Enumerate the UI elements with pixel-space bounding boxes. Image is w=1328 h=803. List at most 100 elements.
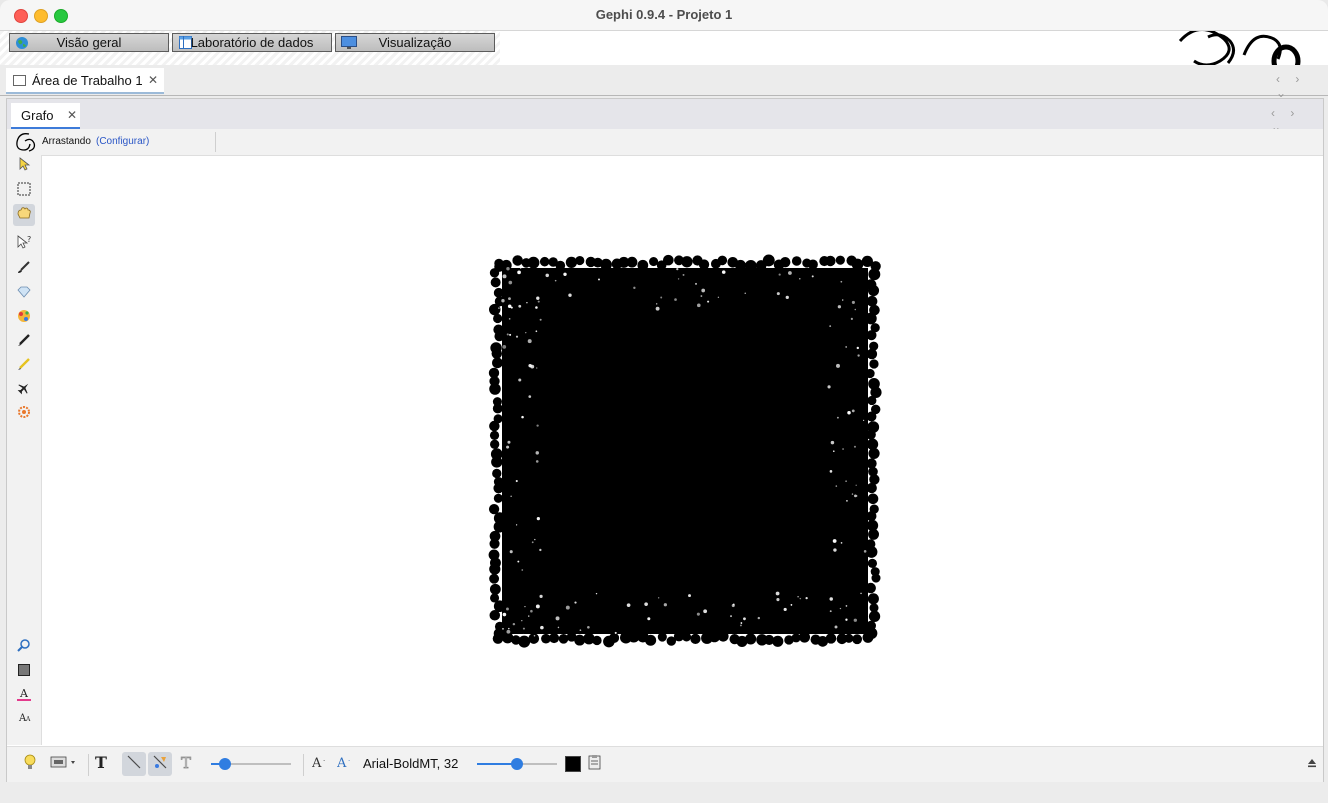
graph-gap [855,484,857,486]
graph-gap [832,539,837,543]
edge-color-button[interactable] [148,752,172,776]
svg-text:?: ? [27,235,31,244]
graph-gap [783,607,787,612]
graph-gap [677,278,680,280]
graph-gap [799,597,802,600]
label-color-button[interactable]: A [13,685,35,707]
tab-label: Visualização [378,35,452,50]
graph-node [868,610,881,622]
graph-gap [518,378,522,382]
tab-grafo[interactable]: Grafo ✕ [11,103,80,129]
tab-visao-geral[interactable]: Visão geral [9,33,169,52]
graph-node [489,610,501,621]
graph-node [844,633,854,643]
graph-gap [743,617,746,621]
graph-panel: Grafo ✕ ‹ › ⌄ Arrastando (Configurar) ? … [6,98,1324,782]
show-edges-button[interactable] [122,752,146,776]
lightbulb-button[interactable] [19,752,41,776]
font-color-icon: A · [336,755,353,774]
graph-gap [856,346,859,350]
graph-gap [836,363,840,368]
font-size-down-button[interactable]: A · [310,752,330,776]
window-title: Gephi 0.9.4 - Projeto 1 [595,7,733,22]
select-pointer-icon [17,156,31,176]
graph-node-mass [502,268,868,634]
graph-canvas[interactable] [42,156,1323,746]
graph-gap [703,609,708,614]
diamond-tool[interactable] [13,283,35,305]
svg-text:T: T [95,754,107,770]
graph-node [780,257,791,268]
edit-node-tool[interactable]: ? [13,233,35,255]
edge-size-slider[interactable] [211,758,291,770]
graph-gap [557,626,560,629]
graph-gap [785,295,789,299]
label-size-slider-knob[interactable] [511,758,523,770]
graph-gap [509,333,512,336]
gephi-window: Gephi 0.9.4 - Projeto 1 Visão geral Labo… [0,0,1328,803]
square-icon [18,663,30,681]
label-font-name[interactable]: Arial-BoldMT, 32 [363,756,458,771]
tab-area-de-trabalho-1[interactable]: Área de Trabalho 1 ✕ [6,68,164,94]
graph-node [649,257,659,267]
screenshot-button[interactable] [47,752,81,776]
show-labels-button[interactable]: T [91,752,113,776]
pencil-tool[interactable] [13,331,35,353]
label-size-slider[interactable] [477,758,557,770]
configure-link[interactable]: (Configurar) [96,136,149,147]
close-tab-button[interactable]: ✕ [148,73,158,87]
graph-node [492,403,503,414]
svg-text:A: A [337,756,347,769]
edge-labels-button[interactable]: T [176,752,198,776]
font-color-button[interactable]: A · [335,752,355,776]
graph-gap [797,596,799,598]
airplane-tool[interactable] [13,379,35,401]
graph-node [852,634,863,645]
graph-gap [842,448,844,450]
graph-gap [835,485,838,487]
text-color-icon: A [17,687,31,706]
graph-gap [696,612,700,616]
expand-toolbar-button[interactable] [1303,752,1321,776]
attributes-button[interactable] [585,752,605,776]
paint-bucket-tool[interactable] [13,307,35,329]
edge-pencil-tool[interactable] [13,355,35,377]
graph-gap [857,354,860,357]
graph-gap [846,500,848,502]
graph-node [489,430,500,441]
graph-gap [863,419,865,421]
rectangle-select-tool[interactable] [13,180,35,202]
edge-size-slider-knob[interactable] [219,758,231,770]
graph-gap [510,306,513,309]
brush-tool[interactable] [13,258,35,280]
graph-gap [506,445,510,449]
header-separator [215,132,216,152]
graph-gap [506,607,509,611]
background-color-button[interactable] [13,661,35,683]
graph-gap [510,495,512,497]
graph-gap [526,302,528,304]
select-tool[interactable] [13,155,35,177]
graph-gap [524,606,526,608]
graph-gap [626,603,631,607]
zoom-fit-button[interactable] [13,636,35,658]
graph-gap [837,305,842,309]
workspace-tab-arrows[interactable]: ‹ › ⌄ [1276,72,1328,100]
close-graph-tab-button[interactable]: ✕ [67,108,77,122]
toolbar-separator [88,754,89,776]
text-size-icon: AA [17,710,31,729]
lightbulb-icon [23,754,37,775]
graph-node [866,348,878,360]
label-color-swatch[interactable] [564,752,582,776]
label-font-button[interactable]: AA [13,708,35,730]
graph-gap [840,280,843,283]
graph-gap [508,317,511,320]
heat-map-tool[interactable] [13,403,35,425]
tab-laboratorio-de-dados[interactable]: Laboratório de dados [172,33,332,52]
drag-tool[interactable] [13,204,35,226]
tab-visualizacao[interactable]: Visualização [335,33,495,52]
graph-gap [521,569,524,571]
graph-gap [535,451,539,455]
graph-gap [776,292,780,296]
graph-gap [707,300,710,303]
